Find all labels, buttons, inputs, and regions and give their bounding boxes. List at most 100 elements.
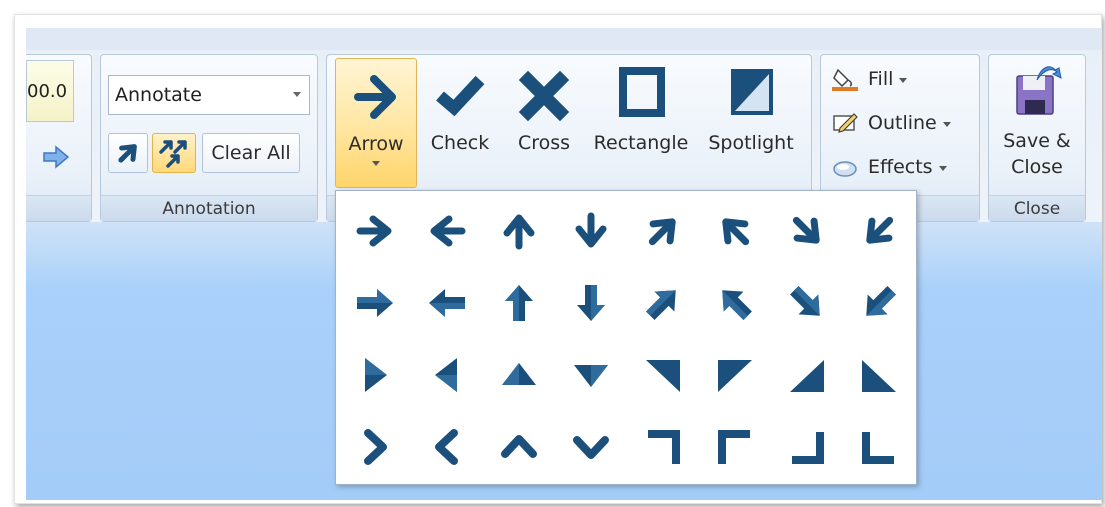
cross-icon xyxy=(518,70,570,122)
corner-top-right-glyph xyxy=(648,430,680,464)
chevron-down-icon xyxy=(372,161,380,166)
chevron-up-icon[interactable] xyxy=(484,413,554,481)
effects-icon xyxy=(830,154,860,180)
spotlight-button[interactable]: Spotlight xyxy=(700,58,802,188)
fill-button[interactable]: Fill xyxy=(830,64,908,94)
arrow-left-glyph xyxy=(430,215,466,247)
corner-triangle-bottom-left-icon[interactable] xyxy=(844,341,914,409)
corner-triangle-top-right-icon[interactable] xyxy=(628,341,698,409)
block-arrow-up-right-icon[interactable] xyxy=(628,269,698,337)
arrow-up-glyph xyxy=(503,214,535,250)
arrow-button[interactable]: Arrow xyxy=(335,58,417,188)
chevron-down-glyph xyxy=(573,436,609,459)
single-arrow-mode-button[interactable] xyxy=(108,133,148,173)
rectangle-button[interactable]: Rectangle xyxy=(589,58,693,188)
chevron-left-glyph xyxy=(435,429,458,465)
cross-button[interactable]: Cross xyxy=(504,58,584,188)
block-arrow-right-glyph xyxy=(357,289,393,317)
arrow-gallery xyxy=(335,190,917,485)
arrow-down-right-glyph xyxy=(792,216,820,244)
pencil-icon xyxy=(830,110,860,136)
rectangle-icon xyxy=(619,67,665,117)
corner-triangle-top-left-icon[interactable] xyxy=(700,341,770,409)
corner-bottom-left-glyph xyxy=(862,432,894,464)
zoom-group-label xyxy=(26,195,91,221)
chevron-left-icon[interactable] xyxy=(412,413,482,481)
corner-top-left-glyph xyxy=(718,430,750,464)
arrow-left-icon[interactable] xyxy=(412,197,482,265)
arrow-down-left-glyph xyxy=(866,216,894,244)
block-arrow-down-icon[interactable] xyxy=(556,269,626,337)
triangle-right-icon[interactable] xyxy=(340,341,410,409)
block-arrow-up-left-icon[interactable] xyxy=(700,269,770,337)
chevron-down-icon xyxy=(938,166,947,171)
block-arrow-left-glyph xyxy=(429,289,465,317)
close-group-label: Close xyxy=(989,195,1085,221)
arrow-right-glyph xyxy=(356,215,392,247)
clear-all-button[interactable]: Clear All xyxy=(202,133,300,173)
chevron-down-icon xyxy=(293,92,301,97)
triangle-down-glyph xyxy=(574,365,608,387)
corner-triangle-bottom-right-icon[interactable] xyxy=(772,341,842,409)
diagonal-arrow-icon xyxy=(118,144,137,163)
arrow-up-right-glyph xyxy=(648,218,676,246)
corner-triangle-top-left-glyph xyxy=(718,360,752,392)
triangle-left-glyph xyxy=(435,358,457,392)
triangle-up-glyph xyxy=(502,363,536,385)
corner-bottom-left-icon[interactable] xyxy=(844,413,914,481)
block-arrow-right-icon[interactable] xyxy=(340,269,410,337)
chevron-up-glyph xyxy=(501,435,537,458)
chevron-down-icon xyxy=(942,122,951,127)
check-icon xyxy=(436,75,485,117)
triangle-right-glyph xyxy=(365,358,387,392)
corner-triangle-top-right-glyph xyxy=(646,360,680,392)
triangle-down-icon[interactable] xyxy=(556,341,626,409)
corner-bottom-right-icon[interactable] xyxy=(772,413,842,481)
block-arrow-up-glyph xyxy=(505,285,533,321)
corner-triangle-bottom-right-glyph xyxy=(790,360,824,392)
effects-button[interactable]: Effects xyxy=(830,152,947,182)
arrow-icon xyxy=(354,75,396,119)
block-arrow-down-glyph xyxy=(577,285,605,321)
arrow-right-icon[interactable] xyxy=(340,197,410,265)
save-disk-icon xyxy=(1016,66,1062,115)
corner-bottom-right-glyph xyxy=(792,432,824,464)
chevron-down-icon[interactable] xyxy=(556,413,626,481)
block-arrow-down-left-icon[interactable] xyxy=(844,269,914,337)
block-arrow-down-right-icon[interactable] xyxy=(772,269,842,337)
multi-arrow-icon xyxy=(159,140,187,168)
block-arrow-down-right-glyph xyxy=(790,286,820,316)
chevron-right-glyph xyxy=(364,429,387,465)
annotation-type-select[interactable]: Annotate xyxy=(108,75,310,115)
arrow-down-right-icon[interactable] xyxy=(772,197,842,265)
block-arrow-up-left-glyph xyxy=(722,290,752,320)
corner-triangle-bottom-left-glyph xyxy=(862,360,896,392)
arrow-up-icon[interactable] xyxy=(484,197,554,265)
arrow-up-left-icon[interactable] xyxy=(700,197,770,265)
multi-arrow-mode-button[interactable] xyxy=(152,133,196,173)
arrow-down-glyph xyxy=(575,212,607,248)
triangle-up-icon[interactable] xyxy=(484,341,554,409)
next-arrow-button[interactable] xyxy=(38,142,74,172)
paint-bucket-icon xyxy=(830,66,860,92)
block-arrow-up-icon[interactable] xyxy=(484,269,554,337)
arrow-up-right-icon[interactable] xyxy=(628,197,698,265)
triangle-left-icon[interactable] xyxy=(412,341,482,409)
corner-top-left-icon[interactable] xyxy=(700,413,770,481)
block-arrow-up-right-glyph xyxy=(646,290,676,320)
chevron-right-icon[interactable] xyxy=(340,413,410,481)
outline-button[interactable]: Outline xyxy=(830,108,951,138)
spotlight-icon xyxy=(731,69,773,115)
chevron-down-icon xyxy=(899,78,908,83)
arrow-down-left-icon[interactable] xyxy=(844,197,914,265)
annotation-group-label: Annotation xyxy=(101,195,317,221)
zoom-value-field[interactable]: 00.0 xyxy=(26,60,74,122)
next-arrow-icon xyxy=(43,145,70,169)
save-close-button[interactable]: Save & Close xyxy=(994,58,1080,188)
block-arrow-down-left-glyph xyxy=(866,286,896,316)
arrow-down-icon[interactable] xyxy=(556,197,626,265)
arrow-up-left-glyph xyxy=(722,218,750,246)
block-arrow-left-icon[interactable] xyxy=(412,269,482,337)
corner-top-right-icon[interactable] xyxy=(628,413,698,481)
check-button[interactable]: Check xyxy=(420,58,500,188)
